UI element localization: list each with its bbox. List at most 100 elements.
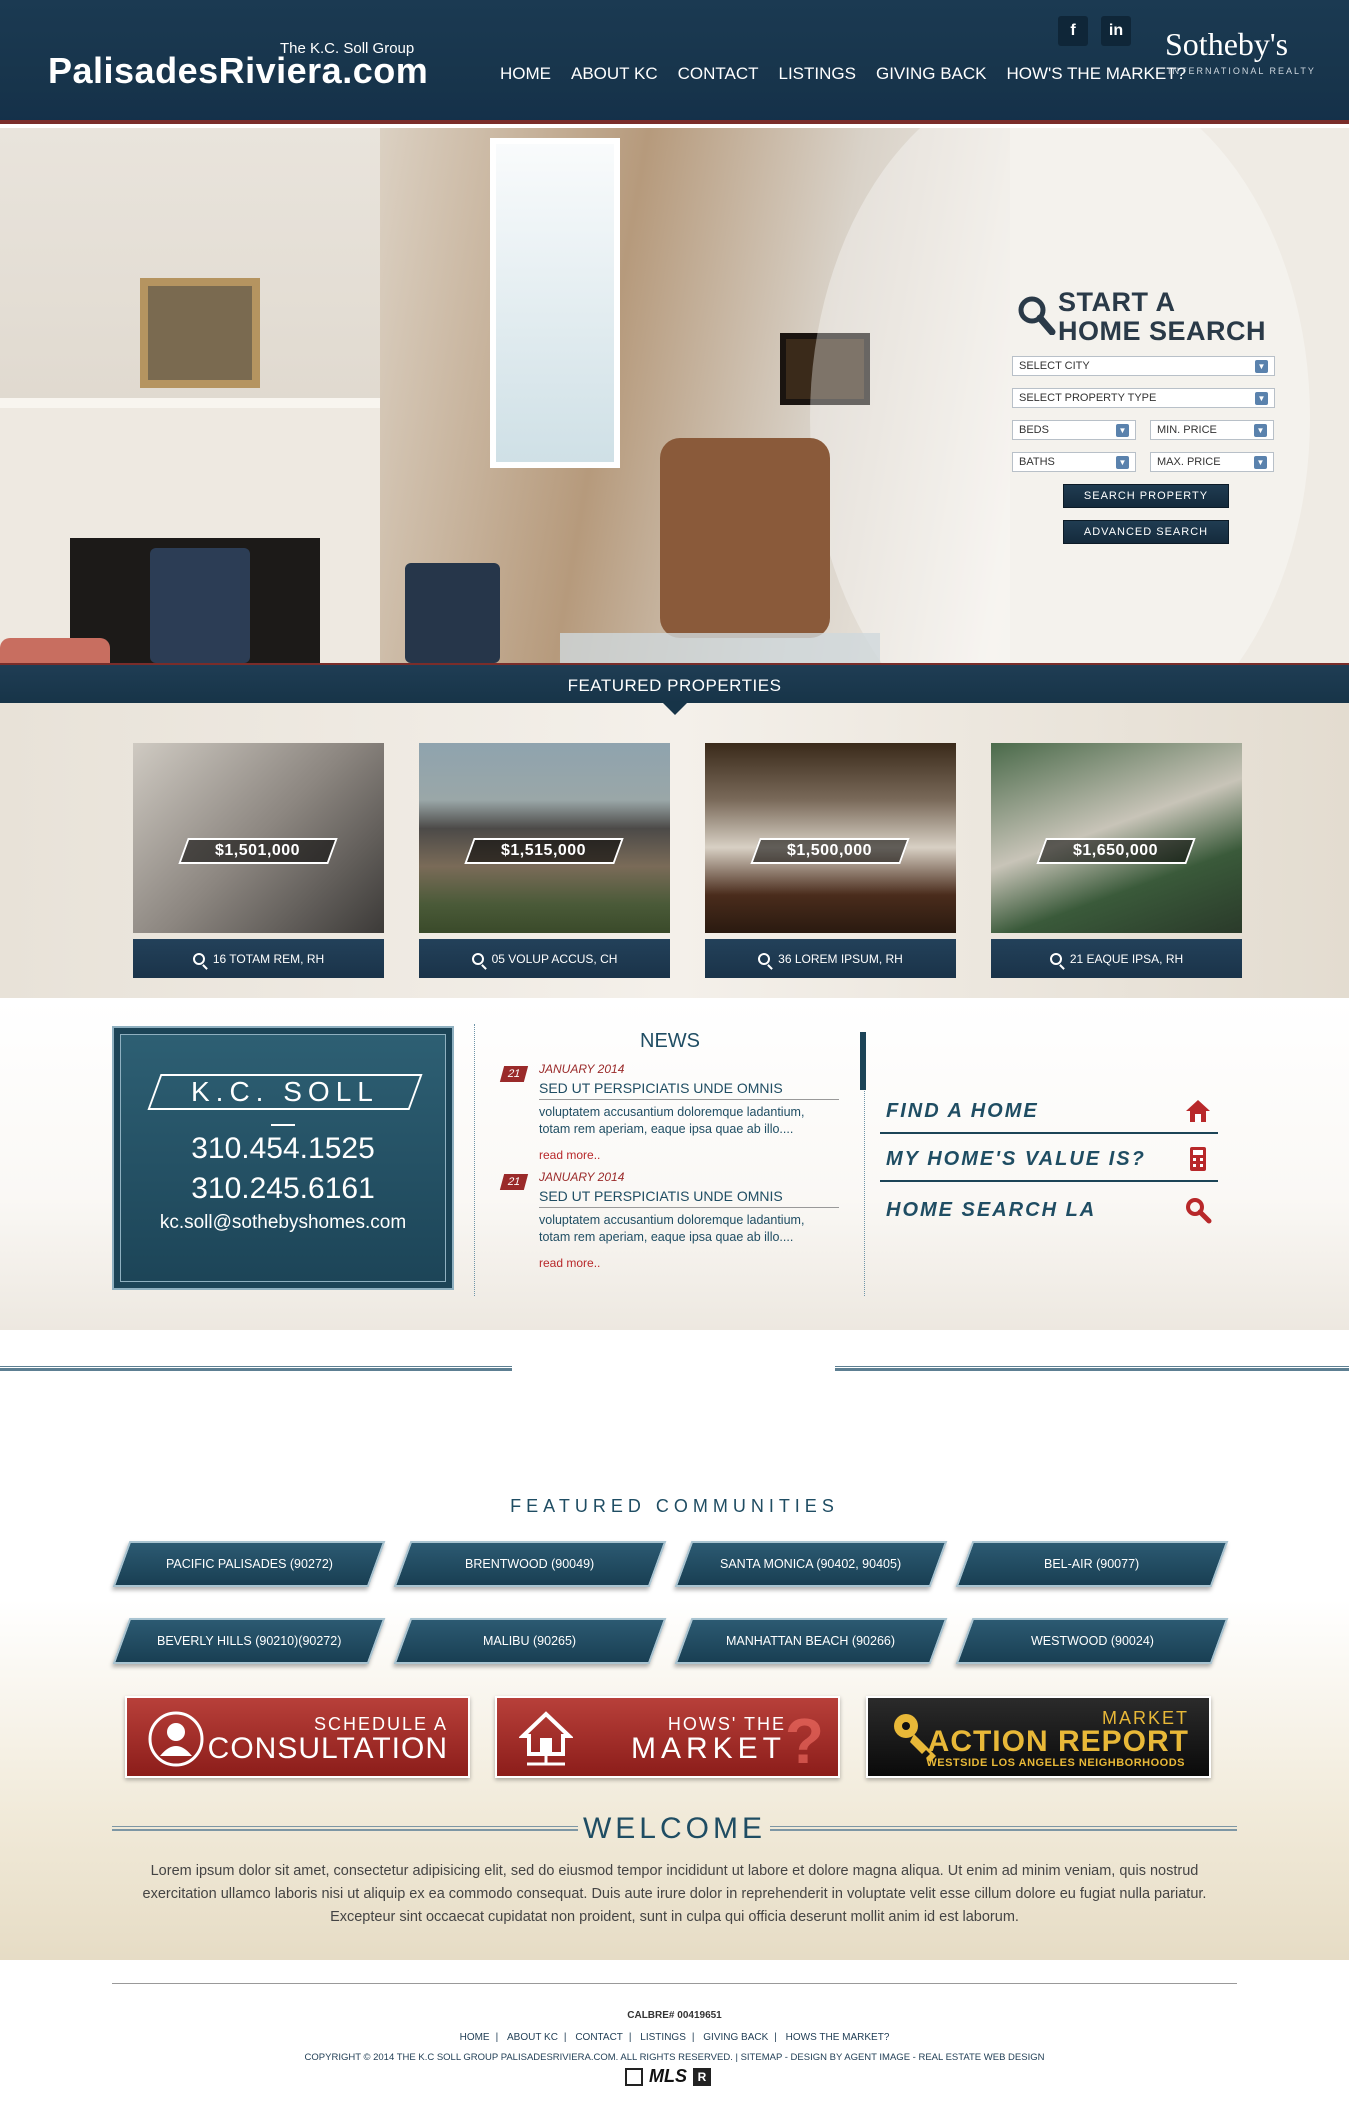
chevron-down-icon: ▼: [1255, 359, 1268, 373]
nav-contact[interactable]: CONTACT: [668, 64, 769, 84]
quick-link-home-value[interactable]: MY HOME'S VALUE IS?: [880, 1138, 1218, 1182]
community-button[interactable]: MANHATTAN BEACH (90266): [674, 1618, 948, 1664]
sothebys-logo[interactable]: Sotheby's: [1165, 26, 1288, 63]
nav-home[interactable]: HOME: [490, 64, 561, 84]
zoom-icon: [758, 952, 771, 965]
welcome-title: WELCOME: [582, 1812, 766, 1845]
chevron-down-icon: ▼: [1254, 423, 1267, 437]
advanced-search-button[interactable]: ADVANCED SEARCH: [1063, 520, 1229, 544]
agent-name: K.C. SOLL: [191, 1076, 379, 1107]
property-card[interactable]: $1,500,000 36 LOREM IPSUM, RH: [705, 743, 956, 978]
property-address[interactable]: 36 LOREM IPSUM, RH: [705, 939, 956, 978]
featured-communities-title: FEATURED COMMUNITIES: [510, 1496, 839, 1516]
chevron-down-icon: ▼: [1255, 391, 1268, 405]
hows-the-market-banner[interactable]: HOWS' THE MARKET ?: [495, 1696, 840, 1778]
community-button[interactable]: BEVERLY HILLS (90210)(90272): [112, 1618, 386, 1664]
market-action-report-banner[interactable]: MARKET ACTION REPORT WESTSIDE LOS ANGELE…: [866, 1696, 1211, 1778]
horse-painting: [140, 278, 260, 388]
footer-link-about[interactable]: ABOUT KC: [501, 2032, 564, 2043]
property-card[interactable]: $1,501,000 16 TOTAM REM, RH: [133, 743, 384, 978]
section-divider: [835, 1366, 1349, 1371]
select-property-type[interactable]: SELECT PROPERTY TYPE ▼: [1012, 388, 1275, 408]
footer-link-contact[interactable]: CONTACT: [569, 2032, 629, 2043]
select-min-price[interactable]: MIN. PRICE ▼: [1150, 420, 1274, 440]
property-address[interactable]: 05 VOLUP ACCUS, CH: [419, 939, 670, 978]
question-mark-icon: ?: [784, 1705, 824, 1777]
price-tag: $1,515,000: [464, 838, 624, 864]
nav-giving-back[interactable]: GIVING BACK: [866, 64, 997, 84]
house-icon: [1186, 1100, 1210, 1122]
equal-housing-icon: [625, 2067, 643, 2086]
price-tag: $1,500,000: [750, 838, 910, 864]
calbre-number: CALBRE# 00419651: [627, 2010, 722, 2021]
news-headline[interactable]: SED UT PERSPICIATIS UNDE OMNIS: [539, 1188, 839, 1208]
news-excerpt: voluptatem accusantium doloremque ladant…: [539, 1105, 805, 1136]
search-title: START A HOME SEARCH: [1058, 287, 1267, 346]
property-card[interactable]: $1,650,000 21 EAQUE IPSA, RH: [991, 743, 1242, 978]
realtor-icon: R: [693, 2067, 711, 2086]
news-headline[interactable]: SED UT PERSPICIATIS UNDE OMNIS: [539, 1080, 839, 1100]
news-title: NEWS: [640, 1030, 700, 1052]
featured-properties-title: FEATURED PROPERTIES: [567, 676, 782, 695]
search-property-button[interactable]: SEARCH PROPERTY: [1063, 484, 1229, 508]
chevron-down-icon: ▼: [1254, 455, 1267, 469]
sothebys-logo-sub: INTERNATIONAL REALTY: [1168, 66, 1316, 76]
property-address[interactable]: 16 TOTAM REM, RH: [133, 939, 384, 978]
footer-link-home[interactable]: HOME: [454, 2032, 496, 2043]
news-excerpt: voluptatem accusantium doloremque ladant…: [539, 1213, 805, 1244]
search-icon: [1186, 1198, 1212, 1224]
main-nav: HOME ABOUT KC CONTACT LISTINGS GIVING BA…: [490, 64, 1196, 84]
chevron-down-icon: ▼: [1116, 455, 1129, 469]
quick-link-find-home[interactable]: FIND A HOME: [880, 1090, 1218, 1134]
brand-logo[interactable]: PalisadesRiviera.com: [48, 50, 428, 92]
select-max-price[interactable]: MAX. PRICE ▼: [1150, 452, 1274, 472]
welcome-text: Lorem ipsum dolor sit amet, consectetur …: [142, 1863, 1207, 1925]
property-address[interactable]: 21 EAQUE IPSA, RH: [991, 939, 1242, 978]
quick-link-home-search[interactable]: HOME SEARCH LA: [880, 1188, 1218, 1232]
select-baths[interactable]: BATHS ▼: [1012, 452, 1136, 472]
copyright: COPYRIGHT © 2014 THE K.C SOLL GROUP PALI…: [304, 2052, 1045, 2063]
news-day-badge: 21: [499, 1174, 529, 1190]
community-button[interactable]: WESTWOOD (90024): [955, 1618, 1229, 1664]
community-button[interactable]: SANTA MONICA (90402, 90405): [674, 1541, 948, 1587]
nav-market[interactable]: HOW'S THE MARKET?: [997, 64, 1197, 84]
footer-logos: MLS R: [625, 2066, 711, 2087]
community-button[interactable]: BEL-AIR (90077): [955, 1541, 1229, 1587]
calculator-icon: [1190, 1147, 1206, 1171]
facebook-icon[interactable]: f: [1058, 16, 1088, 46]
footer-link-giving-back[interactable]: GIVING BACK: [697, 2032, 774, 2043]
footer-link-market[interactable]: HOWS THE MARKET?: [780, 2032, 896, 2043]
chevron-down-icon: ▼: [1116, 423, 1129, 437]
house-icon: [519, 1711, 573, 1766]
price-tag: $1,650,000: [1036, 838, 1196, 864]
read-more-link[interactable]: read more..: [539, 1256, 600, 1270]
user-icon: [148, 1711, 204, 1767]
linkedin-icon[interactable]: in: [1101, 16, 1131, 46]
zoom-icon: [192, 952, 205, 965]
community-button[interactable]: MALIBU (90265): [393, 1618, 667, 1664]
footer-link-listings[interactable]: LISTINGS: [634, 2032, 692, 2043]
agent-email[interactable]: kc.soll@sothebyshomes.com: [114, 1212, 452, 1234]
footer-nav: HOME | ABOUT KC | CONTACT | LISTINGS | GIVIN…: [0, 2032, 1349, 2043]
news-day-badge: 21: [499, 1066, 529, 1082]
phone-secondary[interactable]: 310.245.6161: [114, 1172, 452, 1206]
news-date: JANUARY 2014: [539, 1170, 625, 1184]
select-city[interactable]: SELECT CITY ▼: [1012, 356, 1275, 376]
schedule-consultation-banner[interactable]: SCHEDULE A CONSULTATION: [125, 1696, 470, 1778]
site-header: The K.C. Soll Group PalisadesRiviera.com…: [0, 0, 1349, 124]
search-icon: [1018, 296, 1056, 335]
news-date: JANUARY 2014: [539, 1062, 625, 1076]
nav-listings[interactable]: LISTINGS: [769, 64, 866, 84]
zoom-icon: [471, 952, 484, 965]
french-door: [490, 138, 620, 468]
property-card[interactable]: $1,515,000 05 VOLUP ACCUS, CH: [419, 743, 670, 978]
community-button[interactable]: PACIFIC PALISADES (90272): [112, 1541, 386, 1587]
community-button[interactable]: BRENTWOOD (90049): [393, 1541, 667, 1587]
read-more-link[interactable]: read more..: [539, 1148, 600, 1162]
price-tag: $1,501,000: [178, 838, 338, 864]
select-beds[interactable]: BEDS ▼: [1012, 420, 1136, 440]
nav-about[interactable]: ABOUT KC: [561, 64, 668, 84]
zoom-icon: [1049, 952, 1062, 965]
phone-primary[interactable]: 310.454.1525: [114, 1132, 452, 1166]
contact-card: K.C. SOLL 310.454.1525 310.245.6161 kc.s…: [112, 1026, 454, 1290]
